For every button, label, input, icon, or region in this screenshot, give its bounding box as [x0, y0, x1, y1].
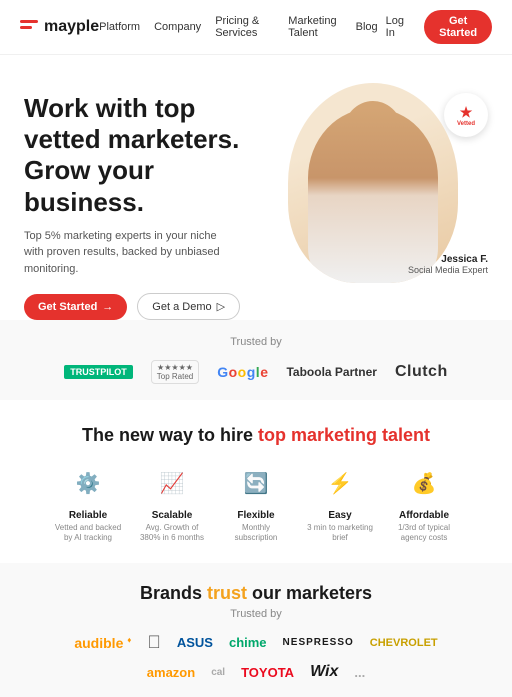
more-logos: ...	[354, 665, 365, 680]
feature-flexible-desc: Monthly subscription	[220, 523, 292, 544]
trusted-logos: TRUSTPILOT ★★★★★ Top Rated Google Tabool…	[24, 360, 488, 384]
chevrolet-logo: CHEVROLET	[370, 637, 438, 649]
feature-reliable: ⚙️ Reliable Vetted and backed by AI trac…	[52, 464, 124, 544]
toprated-logo: ★★★★★ Top Rated	[151, 360, 199, 384]
reliable-icon: ⚙️	[68, 464, 108, 504]
clutch-logo: Clutch	[395, 363, 448, 381]
hero-content: Work with top vetted marketers. Grow you…	[24, 83, 288, 320]
taboola-logo: Taboola Partner	[286, 365, 376, 379]
nav-links: Platform Company Pricing & Services Mark…	[99, 15, 378, 39]
apple-logo: 	[147, 632, 161, 653]
person-name: Jessica F. Social Media Expert	[408, 254, 488, 275]
feature-scalable-desc: Avg. Growth of 380% in 6 months	[136, 523, 208, 544]
amazon-logo: amazon	[147, 665, 195, 680]
nav-link-platform[interactable]: Platform	[99, 21, 140, 33]
wix-logo: Wix	[310, 663, 338, 681]
star-icon: ★★★★★	[157, 363, 193, 372]
hero-get-started-button[interactable]: Get Started →	[24, 294, 127, 320]
hero-person-image	[288, 83, 458, 283]
feature-scalable-name: Scalable	[136, 510, 208, 521]
feature-easy-desc: 3 min to marketing brief	[304, 523, 376, 544]
brands-logos-row1: audible ♦  ASUS chime NESPRESSO CHEVROL…	[20, 632, 492, 653]
chime-logo: chime	[229, 635, 267, 650]
feature-affordable: 💰 Affordable 1/3rd of typical agency cos…	[388, 464, 460, 544]
newway-section: The new way to hire top marketing talent…	[0, 400, 512, 563]
brands-title: Brands trust our marketers	[20, 583, 492, 604]
nespresso-logo: NESPRESSO	[283, 637, 354, 648]
feature-easy-name: Easy	[304, 510, 376, 521]
brands-section: Brands trust our marketers Trusted by au…	[0, 563, 512, 697]
brands-trust-highlight: trust	[207, 583, 247, 603]
nav-link-company[interactable]: Company	[154, 21, 201, 33]
hero-get-demo-button[interactable]: Get a Demo ▷	[137, 293, 240, 320]
flexible-icon: 🔄	[236, 464, 276, 504]
nav-link-pricing[interactable]: Pricing & Services	[215, 15, 274, 39]
affordable-icon: 💰	[404, 464, 444, 504]
logo-bar-2	[20, 26, 32, 29]
trustpilot-logo: TRUSTPILOT	[64, 365, 133, 379]
nav-actions: Log In Get Started	[378, 10, 492, 44]
hero-buttons: Get Started → Get a Demo ▷	[24, 293, 288, 320]
nav-link-blog[interactable]: Blog	[356, 21, 378, 33]
feature-reliable-name: Reliable	[52, 510, 124, 521]
nav-link-talent[interactable]: Marketing Talent	[288, 15, 341, 39]
easy-icon: ⚡	[320, 464, 360, 504]
logo-bar-1	[20, 20, 38, 23]
hero-image-area: ★ Vetted Jessica F. Social Media Expert	[288, 83, 488, 283]
feature-reliable-desc: Vetted and backed by AI tracking	[52, 523, 124, 544]
audible-logo: audible ♦	[74, 635, 131, 651]
trusted-label: Trusted by	[24, 336, 488, 348]
feature-easy: ⚡ Easy 3 min to marketing brief	[304, 464, 376, 544]
logo-icon	[20, 20, 38, 34]
scalable-icon: 📈	[152, 464, 192, 504]
navbar: mayple Platform Company Pricing & Servic…	[0, 0, 512, 55]
newway-title: The new way to hire top marketing talent	[20, 424, 492, 447]
get-started-button[interactable]: Get Started	[424, 10, 492, 44]
feature-scalable: 📈 Scalable Avg. Growth of 380% in 6 mont…	[136, 464, 208, 544]
brand-logo-2: cal	[211, 667, 225, 678]
brands-logos-row2: amazon cal TOYOTA Wix ...	[20, 663, 492, 681]
logo[interactable]: mayple	[20, 18, 99, 36]
arrow-icon: →	[102, 301, 113, 313]
brands-trusted-label: Trusted by	[20, 608, 492, 620]
feature-flexible: 🔄 Flexible Monthly subscription	[220, 464, 292, 544]
asus-logo: ASUS	[177, 635, 213, 650]
feature-flexible-name: Flexible	[220, 510, 292, 521]
hero-section: Work with top vetted marketers. Grow you…	[0, 55, 512, 320]
trusted-section: Trusted by TRUSTPILOT ★★★★★ Top Rated Go…	[0, 320, 512, 400]
newway-highlight: top marketing talent	[258, 425, 430, 445]
google-logo: Google	[217, 364, 268, 380]
features-row: ⚙️ Reliable Vetted and backed by AI trac…	[20, 464, 492, 544]
toyota-logo: TOYOTA	[241, 665, 294, 680]
feature-affordable-name: Affordable	[388, 510, 460, 521]
login-button[interactable]: Log In	[378, 11, 417, 43]
vetted-badge: ★ Vetted	[444, 93, 488, 137]
feature-affordable-desc: 1/3rd of typical agency costs	[388, 523, 460, 544]
vetted-star-icon: ★	[460, 104, 473, 121]
hero-subtitle: Top 5% marketing experts in your niche w…	[24, 228, 234, 278]
logo-text: mayple	[44, 18, 99, 36]
hero-title: Work with top vetted marketers. Grow you…	[24, 93, 264, 218]
play-icon: ▷	[217, 300, 225, 313]
